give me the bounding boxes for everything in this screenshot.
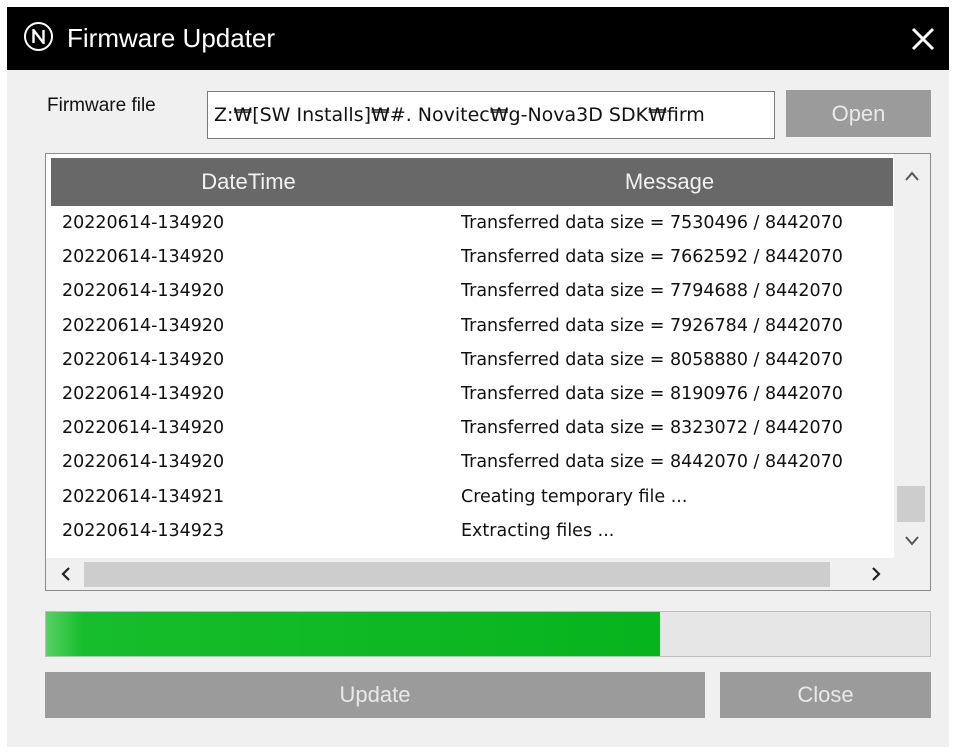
table-row[interactable]: 20220614-134923 Extracting files ... (46, 515, 894, 549)
update-button[interactable]: Update (45, 672, 705, 718)
log-table-header: DateTime Message (51, 158, 893, 206)
progress-fill (46, 612, 661, 656)
row-datetime: 20220614-134920 (62, 213, 225, 233)
firmware-updater-window: Firmware Updater Firmware file Z:₩[SW In… (7, 7, 949, 747)
chevron-left-icon[interactable] (56, 564, 76, 584)
table-row[interactable]: 20220614-134921 Creating temporary file … (46, 481, 894, 515)
log-table: DateTime Message 20220614-134920 Transfe… (45, 153, 931, 591)
open-button[interactable]: Open (786, 90, 931, 137)
row-datetime: 20220614-134920 (62, 247, 225, 268)
window-title: Firmware Updater (67, 23, 276, 53)
column-header-datetime[interactable]: DateTime (51, 158, 446, 206)
firmware-file-path-field[interactable]: Z:₩[SW Installs]₩#. Novitec₩g-Nova3D SDK… (207, 91, 775, 139)
row-datetime: 20220614-134920 (62, 281, 225, 302)
table-row[interactable]: 20220614-134920 Transferred data size = … (46, 412, 894, 446)
row-datetime: 20220614-134920 (62, 383, 225, 404)
chevron-right-icon[interactable] (866, 564, 886, 584)
column-header-message[interactable]: Message (446, 158, 893, 206)
row-message: Transferred data size = 7926784 / 844207… (461, 315, 843, 336)
row-message: Transferred data size = 7794688 / 844207… (461, 281, 843, 302)
table-row[interactable]: 20220614-134920 Transferred data size = … (46, 446, 894, 480)
vertical-scroll-thumb[interactable] (897, 486, 925, 522)
row-datetime: 20220614-134921 (62, 486, 225, 507)
progress-bar (45, 611, 931, 657)
table-row[interactable]: 20220614-134920 Transferred data size = … (46, 241, 894, 275)
horizontal-scrollbar[interactable] (46, 558, 930, 590)
row-datetime: 20220614-134920 (62, 315, 225, 336)
row-message: Transferred data size = 7662592 / 844207… (461, 247, 843, 268)
row-datetime: 20220614-134920 (62, 418, 225, 439)
row-message: Transferred data size = 8442070 / 844207… (461, 452, 843, 473)
table-row[interactable]: 20220614-134920 Transferred data size = … (46, 275, 894, 309)
row-message: Creating temporary file ... (461, 486, 688, 507)
vertical-scrollbar[interactable] (894, 154, 930, 558)
table-row[interactable]: 20220614-134920 Transferred data size = … (46, 344, 894, 378)
n-circle-logo-icon (24, 22, 53, 51)
close-icon[interactable] (909, 25, 937, 53)
log-rows: 20220614-134920 Transferred data size = … (46, 207, 894, 549)
table-row[interactable]: 20220614-134920 Transferred data size = … (46, 310, 894, 344)
row-datetime: 20220614-134920 (62, 452, 225, 473)
chevron-up-icon[interactable] (894, 164, 930, 188)
horizontal-scroll-thumb[interactable] (84, 562, 830, 587)
row-message: Transferred data size = 8190976 / 844207… (461, 383, 843, 404)
row-datetime: 20220614-134923 (62, 520, 225, 541)
firmware-file-label: Firmware file (47, 95, 156, 116)
chevron-down-icon[interactable] (894, 528, 930, 552)
row-message: Transferred data size = 8058880 / 844207… (461, 349, 843, 370)
row-message: Transferred data size = 8323072 / 844207… (461, 418, 843, 439)
table-row[interactable]: 20220614-134920 Transferred data size = … (46, 378, 894, 412)
row-datetime: 20220614-134920 (62, 349, 225, 370)
table-row[interactable]: 20220614-134920 Transferred data size = … (46, 207, 894, 241)
row-message: Extracting files ... (461, 520, 615, 541)
close-button[interactable]: Close (720, 672, 931, 718)
row-message: Transferred data size = 7530496 / 844207… (461, 213, 843, 233)
title-bar: Firmware Updater (7, 7, 949, 70)
